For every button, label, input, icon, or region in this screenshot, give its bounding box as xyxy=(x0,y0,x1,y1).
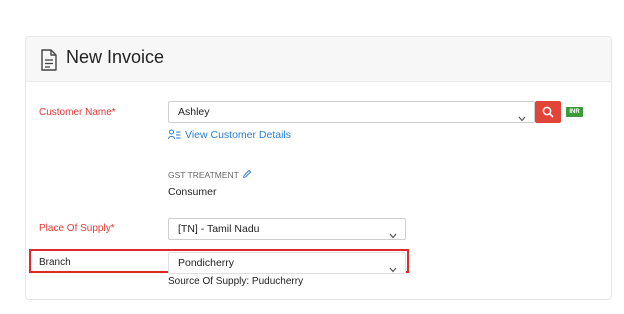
card-header: New Invoice xyxy=(26,37,611,82)
currency-badge: INR xyxy=(566,107,583,117)
user-list-icon xyxy=(168,129,181,140)
place-of-supply-select[interactable]: [TN] - Tamil Nadu xyxy=(168,218,406,240)
branch-select[interactable]: Pondicherry xyxy=(168,252,406,274)
branch-label: Branch xyxy=(39,257,71,268)
place-of-supply-label: Place Of Supply* xyxy=(39,223,115,234)
pencil-icon[interactable] xyxy=(242,169,252,179)
customer-search-button[interactable] xyxy=(535,101,561,123)
customer-name-value: Ashley xyxy=(178,106,210,118)
document-icon xyxy=(40,49,58,71)
search-icon xyxy=(542,106,554,118)
cropped-top-text xyxy=(0,0,624,8)
chevron-down-icon xyxy=(389,260,397,273)
branch-value: Pondicherry xyxy=(178,257,235,269)
chevron-down-icon xyxy=(389,226,397,239)
place-of-supply-value: [TN] - Tamil Nadu xyxy=(178,223,260,235)
chevron-down-icon xyxy=(518,109,526,122)
customer-name-select[interactable]: Ashley xyxy=(168,101,535,123)
gst-treatment-label: GST TREATMENT xyxy=(168,169,252,180)
source-of-supply-text: Source Of Supply: Puducherry xyxy=(168,276,304,287)
view-customer-details-label: View Customer Details xyxy=(185,129,292,141)
gst-treatment-value: Consumer xyxy=(168,186,217,198)
gst-treatment-label-text: GST TREATMENT xyxy=(168,170,239,180)
customer-name-label: Customer Name* xyxy=(39,107,116,118)
view-customer-details-link[interactable]: View Customer Details xyxy=(168,129,291,141)
page-title: New Invoice xyxy=(66,47,165,67)
